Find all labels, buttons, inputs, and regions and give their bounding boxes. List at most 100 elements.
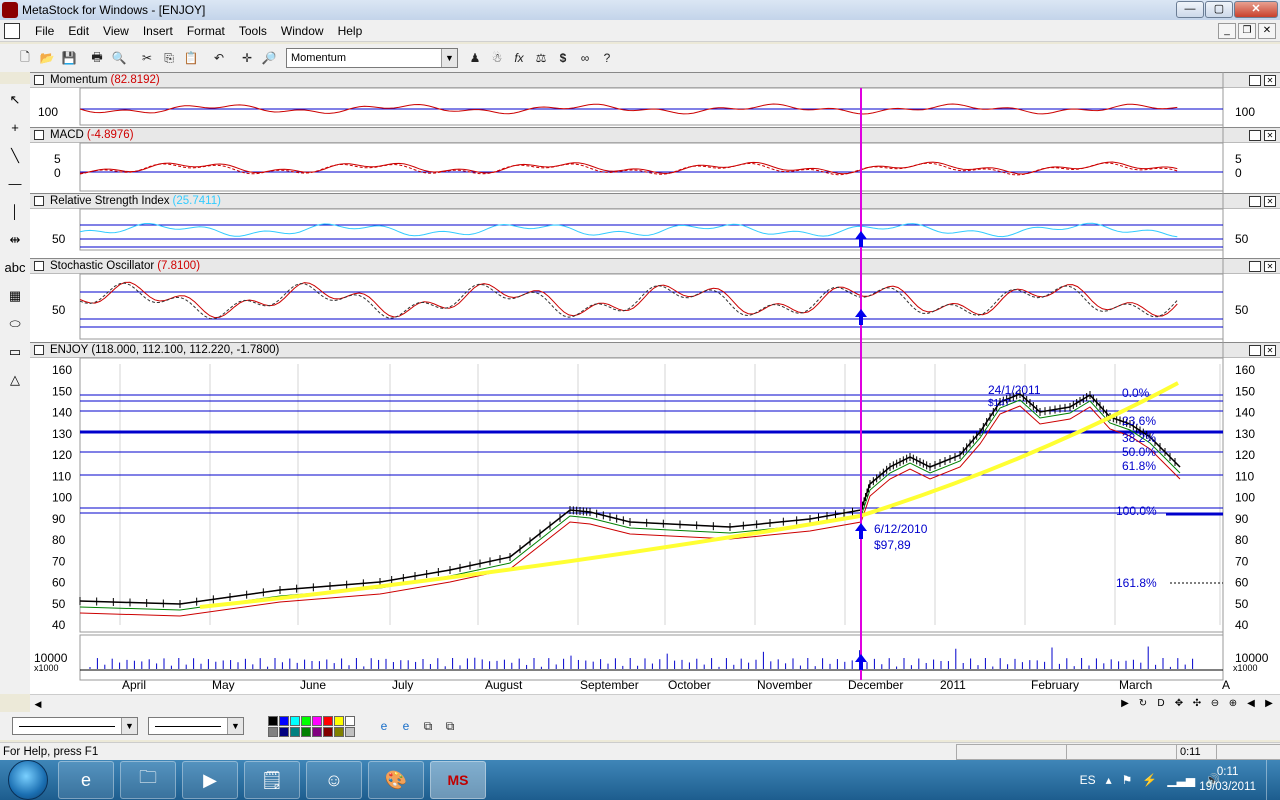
- color-swatch[interactable]: [323, 715, 333, 726]
- maximize-button[interactable]: ▢: [1205, 1, 1233, 18]
- triangle-tool-icon[interactable]: △: [3, 368, 27, 392]
- cycle-lines-icon[interactable]: ⇹: [3, 228, 27, 252]
- sticky-notes-icon[interactable]: 🗒: [244, 761, 300, 799]
- color-swatch[interactable]: [279, 726, 289, 737]
- network-warning-icon[interactable]: ⚑: [1122, 773, 1133, 787]
- save-icon[interactable]: 💾: [58, 47, 80, 69]
- color-swatch[interactable]: [334, 726, 344, 737]
- indicator-select[interactable]: Momentum ▼: [286, 48, 458, 68]
- system-tester-icon[interactable]: ⚖: [530, 47, 552, 69]
- scroll-left-icon[interactable]: ◀: [30, 696, 46, 712]
- color-swatch[interactable]: [312, 715, 322, 726]
- help-pointer-icon[interactable]: ?: [596, 47, 618, 69]
- line-style-select[interactable]: ▼: [12, 717, 138, 735]
- ie-icon[interactable]: e: [395, 715, 417, 737]
- language-indicator[interactable]: ES: [1080, 773, 1096, 787]
- scroll-track[interactable]: [46, 696, 1130, 712]
- paint-icon[interactable]: 🎨: [368, 761, 424, 799]
- grid-tool-icon[interactable]: ▦: [3, 284, 27, 308]
- metastock-app-icon[interactable]: [2, 2, 18, 18]
- trendline-icon[interactable]: ╲: [3, 144, 27, 168]
- menu-format[interactable]: Format: [180, 24, 232, 38]
- minimize-button[interactable]: —: [1176, 1, 1204, 18]
- chart-scrollbar[interactable]: ◀ ▶ ↻ D ✥ ✣ ⊖ ⊕ ◀ ▶: [30, 694, 1280, 712]
- paste-icon[interactable]: 📋: [180, 47, 202, 69]
- zoom-icon[interactable]: 🔎: [258, 47, 280, 69]
- explorer-icon[interactable]: ☃: [486, 47, 508, 69]
- color-swatch[interactable]: [290, 726, 300, 737]
- color-swatch[interactable]: [301, 715, 311, 726]
- periodicity-icon[interactable]: D: [1154, 697, 1168, 711]
- color-swatch[interactable]: [312, 726, 322, 737]
- refresh-icon[interactable]: ↻: [1136, 697, 1150, 711]
- signal-icon[interactable]: ▁▃▅: [1167, 773, 1195, 787]
- new-icon[interactable]: 🗋: [14, 47, 36, 69]
- rectangle-tool-icon[interactable]: ▭: [3, 340, 27, 364]
- color-swatch[interactable]: [323, 726, 333, 737]
- menu-insert[interactable]: Insert: [136, 24, 180, 38]
- metastock-task-icon[interactable]: MS: [430, 761, 486, 799]
- dollar-icon[interactable]: $: [552, 47, 574, 69]
- layout-1-icon[interactable]: ⧉: [417, 715, 439, 737]
- line-weight-select[interactable]: ▼: [148, 717, 244, 735]
- show-hidden-icons-icon[interactable]: ▴: [1106, 773, 1112, 787]
- color-palette[interactable]: [268, 715, 355, 737]
- messenger-icon[interactable]: ☺: [306, 761, 362, 799]
- media-player-icon[interactable]: ▶: [182, 761, 238, 799]
- document-system-icon[interactable]: [4, 22, 20, 39]
- vertical-line-icon[interactable]: │: [3, 200, 27, 224]
- menu-file[interactable]: File: [28, 24, 61, 38]
- layout-2-icon[interactable]: ⧉: [439, 715, 461, 737]
- start-button[interactable]: [8, 760, 48, 800]
- color-swatch[interactable]: [301, 726, 311, 737]
- cut-icon[interactable]: ✂: [136, 47, 158, 69]
- pointer-icon[interactable]: ↖: [3, 88, 27, 112]
- menu-edit[interactable]: Edit: [61, 24, 96, 38]
- formula-icon[interactable]: fx: [508, 47, 530, 69]
- show-desktop-button[interactable]: [1266, 760, 1280, 800]
- horizontal-line-icon[interactable]: —: [3, 172, 27, 196]
- internet-explorer-icon[interactable]: e: [58, 761, 114, 799]
- crosshair-tool-icon[interactable]: +: [3, 116, 27, 140]
- copy-icon[interactable]: ⎘: [158, 47, 180, 69]
- menu-help[interactable]: Help: [331, 24, 370, 38]
- zoom-out-icon[interactable]: ⊖: [1208, 697, 1222, 711]
- color-swatch[interactable]: [345, 715, 355, 726]
- menu-view[interactable]: View: [96, 24, 136, 38]
- file-explorer-icon[interactable]: 🗀: [120, 761, 176, 799]
- open-icon[interactable]: 📂: [36, 47, 58, 69]
- taskbar-clock[interactable]: 0:11 19/03/2011: [1199, 765, 1256, 795]
- ie-icon[interactable]: e: [373, 715, 395, 737]
- color-swatch[interactable]: [290, 715, 300, 726]
- chevron-down-icon[interactable]: ▼: [441, 49, 457, 67]
- scroll-right-icon[interactable]: ▶: [1118, 697, 1132, 711]
- move-icon[interactable]: ✥: [1172, 697, 1186, 711]
- undo-icon[interactable]: ↶: [208, 47, 230, 69]
- menu-tools[interactable]: Tools: [232, 24, 274, 38]
- color-swatch[interactable]: [345, 726, 355, 737]
- color-swatch[interactable]: [279, 715, 289, 726]
- color-swatch[interactable]: [268, 726, 278, 737]
- zoom-in-icon[interactable]: ⊕: [1226, 697, 1240, 711]
- page-right-icon[interactable]: ▶: [1262, 697, 1276, 711]
- color-swatch[interactable]: [268, 715, 278, 726]
- pan-icon[interactable]: ✣: [1190, 697, 1204, 711]
- print-icon[interactable]: 🖶: [86, 47, 108, 69]
- print-preview-icon[interactable]: 🔍: [108, 47, 130, 69]
- chevron-down-icon[interactable]: ▼: [227, 718, 243, 734]
- ellipse-tool-icon[interactable]: ⬭: [3, 312, 27, 336]
- crosshair-icon[interactable]: ✛: [236, 47, 258, 69]
- mdi-minimize-button[interactable]: _: [1218, 23, 1236, 39]
- power-icon[interactable]: ⚡: [1142, 773, 1157, 787]
- stock-chart[interactable]: 1001005050505050501601601501501401401301…: [30, 72, 1280, 694]
- menu-window[interactable]: Window: [274, 24, 331, 38]
- chevron-down-icon[interactable]: ▼: [121, 718, 137, 734]
- mdi-close-button[interactable]: ✕: [1258, 23, 1276, 39]
- page-left-icon[interactable]: ◀: [1244, 697, 1258, 711]
- expert-icon[interactable]: ♟: [464, 47, 486, 69]
- binoculars-icon[interactable]: ∞: [574, 47, 596, 69]
- text-tool-icon[interactable]: abc: [3, 256, 27, 280]
- close-button[interactable]: ✕: [1234, 1, 1278, 18]
- color-swatch[interactable]: [334, 715, 344, 726]
- mdi-restore-button[interactable]: ❐: [1238, 23, 1256, 39]
